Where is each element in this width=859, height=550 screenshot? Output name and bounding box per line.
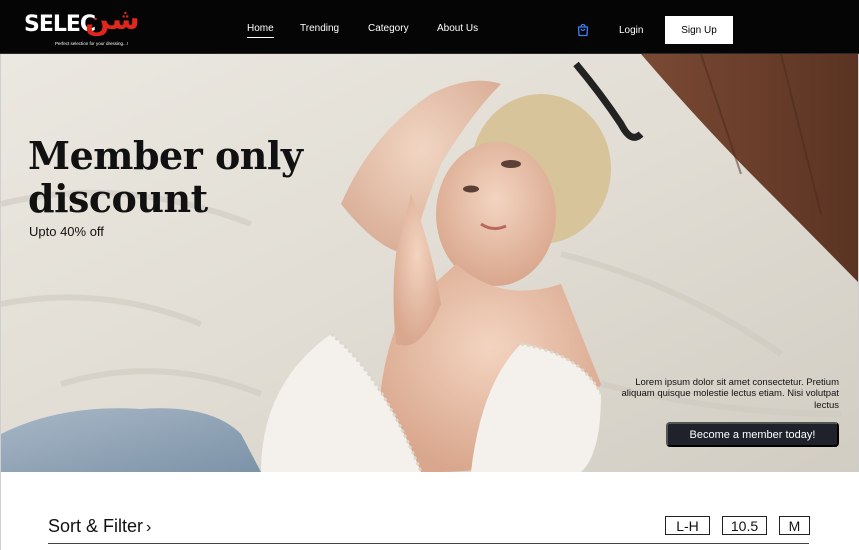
filter-chip-size[interactable]: 10.5 <box>722 516 767 535</box>
hero-title: Member only discount <box>28 134 328 220</box>
nav-home[interactable]: Home <box>247 22 274 38</box>
chevron-right-icon: › <box>146 519 152 536</box>
become-member-button[interactable]: Become a member today! <box>666 422 839 447</box>
filter-chip-fit[interactable]: M <box>779 516 810 535</box>
nav-category[interactable]: Category <box>368 22 409 36</box>
shopping-bag-icon[interactable] <box>576 23 590 37</box>
sort-filter-label: Sort & Filter <box>48 516 144 536</box>
filter-divider <box>48 543 809 544</box>
nav-trending[interactable]: Trending <box>300 22 339 36</box>
logo-tagline: Perfect selection for your dressing...! <box>55 41 129 46</box>
hero-description: Lorem ipsum dolor sit amet consectetur. … <box>621 377 839 411</box>
brand-logo[interactable]: SELEC شن Perfect selection for your dres… <box>24 2 140 50</box>
filter-section <box>0 472 859 550</box>
hero-title-line1: Member only <box>28 133 303 178</box>
hero-subtitle: Upto 40% off <box>29 224 104 239</box>
logo-arabic-mark: شن <box>85 2 140 36</box>
nav-about-us[interactable]: About Us <box>437 22 478 36</box>
filter-chip-price[interactable]: L-H <box>665 516 710 535</box>
login-link[interactable]: Login <box>619 24 643 38</box>
sort-filter-toggle[interactable]: Sort & Filter › <box>48 516 151 538</box>
signup-button[interactable]: Sign Up <box>665 16 733 44</box>
top-navbar: SELEC شن Perfect selection for your dres… <box>0 0 859 54</box>
hero-title-line2: discount <box>28 176 208 221</box>
